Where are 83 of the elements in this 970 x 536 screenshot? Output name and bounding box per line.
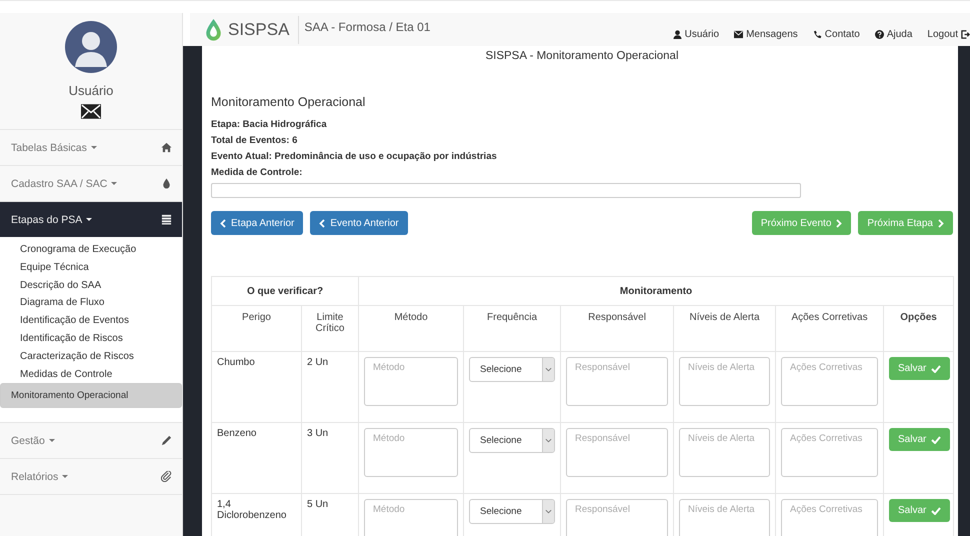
brand-name: SISPSA [228,16,300,44]
menu-item[interactable]: Relatórios [0,459,182,496]
menu-item[interactable]: Tabelas Básicas [0,130,182,166]
logout-icon [961,30,970,39]
text-area[interactable]: Método [364,499,458,536]
group-header: O que verificar? [212,276,359,306]
chevron-right-icon [938,218,944,228]
table-cell: 3 Un [302,422,359,494]
nav-link[interactable]: Contato [812,29,860,40]
frequency-select[interactable]: Selecione [469,357,556,382]
text-area[interactable]: Responsável [566,428,668,477]
user-name: Usuário [68,83,114,98]
page-title: SISPSA - Monitoramento Operacional [484,49,680,64]
frequency-select[interactable]: Selecione [469,428,556,453]
nav-button[interactable]: Etapa Anterior [211,211,304,235]
chevron-left-icon [319,218,326,228]
submenu-item[interactable]: Monitoramento Operacional [0,383,182,408]
info-line: Etapa: Bacia Hidrográfica [211,119,328,130]
column-header: Níveis de Alerta [674,306,776,352]
nav-link[interactable]: Usuário [672,29,720,40]
submenu-item[interactable]: Medidas de Controle [0,366,182,384]
drop-icon [161,178,172,189]
home-icon [161,142,172,153]
nav-link[interactable]: Logout [927,29,970,40]
avatar-icon [65,21,117,73]
submenu-item[interactable]: Identificação de Riscos [0,330,182,348]
table-cell: Chumbo [212,352,302,422]
control-measure-field[interactable] [211,183,801,198]
check-icon [931,506,942,514]
chevron-right-icon [836,218,842,228]
paperclip-icon [161,471,172,482]
text-area[interactable]: Responsável [566,499,668,536]
user-icon [672,30,682,39]
nav-link[interactable]: Ajuda [874,29,912,40]
column-header: Responsável [560,306,674,352]
check-icon [931,364,942,372]
chevron-left-icon [220,218,226,228]
group-header: Monitoramento [358,276,954,306]
location-label: SAA - Formosa / Eta 01 [304,20,430,34]
check-icon [931,436,942,444]
text-area[interactable]: Ações Corretivas [781,428,878,477]
info-line: Total de Eventos: 6 [211,135,298,146]
menu-item[interactable]: Etapas do PSA [0,202,182,237]
nav-button[interactable]: Evento Anterior [310,211,408,235]
phone-icon [812,30,822,39]
submenu-item[interactable]: Descrição do SAA [0,276,182,294]
text-area[interactable]: Ações Corretivas [781,499,878,536]
text-area[interactable]: Ações Corretivas [781,357,878,406]
menu-item[interactable]: Gestão [0,423,182,460]
pencil-icon [161,435,172,446]
mail-icon[interactable] [81,104,101,119]
help-icon [874,30,884,39]
text-area[interactable]: Responsável [566,357,668,406]
mail-icon [734,30,744,39]
nav-link[interactable]: Mensagens [734,29,798,40]
submenu-item[interactable]: Cronograma de Execução [0,241,182,259]
submenu-item[interactable]: Identificação de Eventos [0,312,182,330]
section-heading: Monitoramento Operacional [211,95,366,109]
caret-icon [545,509,552,514]
field-label: Medida de Controle: [211,167,304,178]
info-line: Evento Atual: Predominância de uso e ocupação por indústrias [211,151,498,162]
frequency-select[interactable]: Selecione [469,499,556,524]
column-header: Frequência [464,306,561,352]
column-header: Limite Crítico [302,306,359,352]
text-area[interactable]: Método [364,428,458,477]
text-area[interactable]: Níveis de Alerta [679,428,770,477]
submenu-item[interactable]: Caracterização de Riscos [0,348,182,366]
column-header: Método [358,306,464,352]
text-area[interactable]: Método [364,357,458,406]
table-cell: 2 Un [302,352,359,422]
submenu-item[interactable]: Equipe Técnica [0,258,182,277]
table-cell: 1,4 Diclorobenzeno [212,494,302,536]
column-header: Opções [884,306,954,352]
table-cell: Benzeno [212,422,302,494]
submenu-item[interactable]: Diagrama de Fluxo [0,294,182,312]
drop-logo-icon [205,18,222,42]
caret-icon [545,367,552,372]
text-area[interactable]: Níveis de Alerta [679,499,770,536]
column-header: Perigo [212,306,302,352]
list-icon [161,214,172,225]
caret-icon [545,438,552,443]
column-header: Ações Corretivas [776,306,884,352]
text-area[interactable]: Níveis de Alerta [679,357,770,406]
